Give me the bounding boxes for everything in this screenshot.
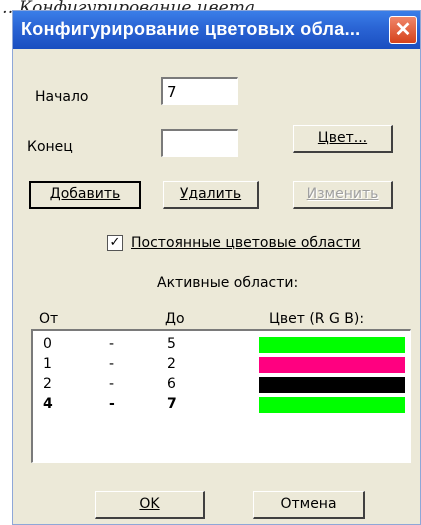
list-item[interactable]: 2 - 6	[33, 375, 410, 395]
cancel-button[interactable]: Отмена	[253, 491, 365, 519]
to-value: 6	[167, 376, 176, 392]
config-dialog: Конфигурирование цветовых обла... ✕ Нача…	[12, 10, 421, 525]
change-button: Изменить	[293, 181, 393, 209]
window-title: Конфигурирование цветовых обла...	[21, 19, 361, 39]
to-value: 5	[167, 336, 176, 352]
from-value: 2	[43, 376, 52, 392]
permanent-checkbox-label[interactable]: Постоянные цветовые области	[131, 235, 361, 251]
close-button[interactable]: ✕	[389, 16, 417, 44]
range-dash: -	[109, 336, 115, 352]
permanent-checkbox[interactable]: ✓	[107, 235, 123, 251]
list-item[interactable]: 4 - 7	[33, 395, 410, 415]
to-value: 7	[167, 396, 177, 412]
add-button[interactable]: Добавить	[29, 181, 141, 209]
color-swatch	[259, 397, 405, 413]
color-button[interactable]: Цвет...	[293, 125, 393, 153]
start-label: Начало	[35, 89, 89, 105]
end-label: Конец	[27, 139, 73, 155]
active-areas-list[interactable]: 0 - 5 1 - 2 2 - 6 4 - 7	[31, 329, 411, 463]
to-value: 2	[167, 356, 176, 372]
checkmark-icon: ✓	[109, 235, 121, 250]
change-button-label: Изменить	[306, 186, 379, 202]
list-item[interactable]: 1 - 2	[33, 355, 410, 375]
list-item[interactable]: 0 - 5	[33, 335, 410, 355]
column-header-to: До	[165, 311, 185, 327]
ok-button[interactable]: OK	[95, 491, 205, 519]
range-dash: -	[109, 356, 115, 372]
start-input[interactable]: 7	[161, 77, 238, 105]
range-dash: -	[109, 376, 115, 392]
from-value: 1	[43, 356, 52, 372]
from-value: 4	[43, 396, 53, 412]
color-swatch	[259, 337, 405, 353]
dialog-client-area: Начало 7 Конец Цвет... Добавить Удалить …	[13, 49, 420, 524]
ok-button-label: OK	[139, 496, 160, 512]
add-button-label: Добавить	[49, 186, 121, 202]
delete-button[interactable]: Удалить	[163, 181, 259, 209]
close-icon: ✕	[394, 19, 412, 41]
from-value: 0	[43, 336, 52, 352]
color-swatch	[259, 377, 405, 393]
delete-button-label: Удалить	[179, 186, 242, 202]
title-bar[interactable]: Конфигурирование цветовых обла... ✕	[13, 11, 420, 49]
color-button-label: Цвет...	[317, 130, 368, 146]
active-areas-label: Активные области:	[157, 275, 299, 291]
range-dash: -	[109, 396, 115, 412]
cancel-button-label: Отмена	[280, 496, 337, 512]
color-swatch	[259, 357, 405, 373]
column-header-color: Цвет (R G B):	[269, 311, 365, 327]
end-input[interactable]	[161, 129, 238, 157]
column-header-from: От	[39, 311, 59, 327]
